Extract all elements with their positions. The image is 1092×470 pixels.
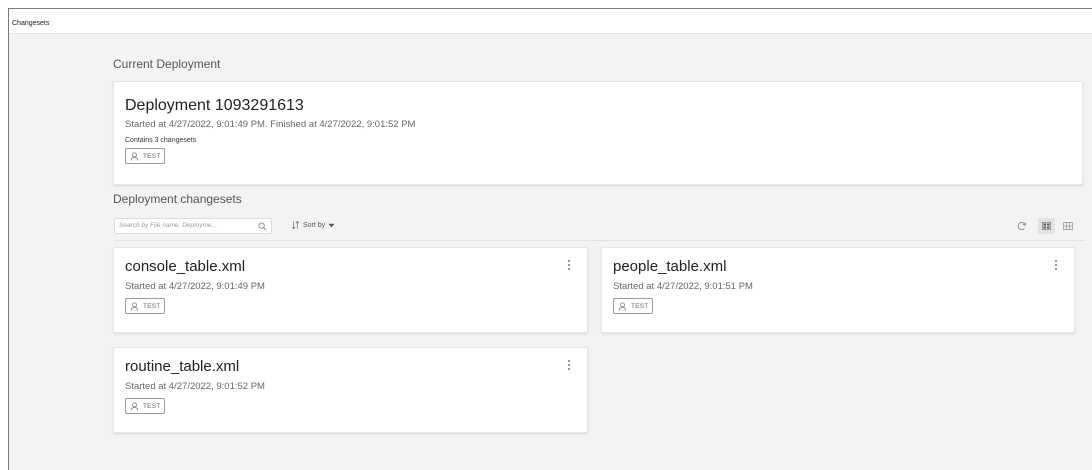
search-input[interactable]: Search by File name, Deployme... [114,218,272,234]
changesets-heading: Deployment changesets [113,192,242,206]
changeset-name: people_table.xml [613,258,727,275]
badge-label: TEST [143,302,161,310]
kebab-menu-icon[interactable] [565,358,573,372]
refresh-icon [1017,222,1027,231]
app-frame: Changesets Current Deployment Deployment… [8,8,1092,470]
user-icon [130,301,139,311]
changeset-started: Started at 4/27/2022, 9:01:52 PM [125,381,265,392]
environment-badge: TEST [125,298,166,314]
current-deployment-heading: Current Deployment [113,57,221,71]
changeset-started: Started at 4/27/2022, 9:01:49 PM [125,281,265,292]
changesets-toolbar: Search by File name, Deployme... Sort by [113,212,1085,241]
changeset-card[interactable]: routine_table.xml Started at 4/27/2022, … [113,347,588,433]
changeset-card[interactable]: people_table.xml Started at 4/27/2022, 9… [601,247,1075,333]
changeset-name: routine_table.xml [125,358,240,375]
grid-view-icon [1042,222,1051,230]
badge-label: TEST [143,152,161,160]
environment-badge: TEST [125,148,166,164]
badge-label: TEST [631,302,649,310]
badge-label: TEST [143,402,161,410]
sort-label: Sort by [303,221,326,229]
refresh-button[interactable] [1016,220,1028,232]
caret-down-icon [328,223,335,227]
search-placeholder: Search by File name, Deployme... [119,222,217,229]
user-icon [130,401,139,411]
changeset-count: Contains 3 changesets [125,137,197,144]
current-deployment-card: Deployment 1093291613 Started at 4/27/20… [113,81,1083,185]
app-title: Changesets [12,20,50,27]
list-view-button[interactable] [1062,220,1074,232]
list-view-icon [1063,222,1073,230]
changeset-started: Started at 4/27/2022, 9:01:51 PM [613,281,753,292]
grid-view-button[interactable] [1038,218,1055,234]
search-icon[interactable] [258,222,267,231]
changeset-name: console_table.xml [125,258,246,275]
sort-button[interactable]: Sort by [291,220,335,230]
environment-badge: TEST [613,298,654,314]
user-icon [618,301,627,311]
changeset-card[interactable]: console_table.xml Started at 4/27/2022, … [113,247,588,333]
environment-badge: TEST [125,398,166,414]
user-icon [130,151,139,161]
kebab-menu-icon[interactable] [565,258,573,272]
deployment-timing: Started at 4/27/2022, 9:01:49 PM. Finish… [125,119,416,130]
kebab-menu-icon[interactable] [1052,258,1060,272]
deployment-title: Deployment 1093291613 [125,97,304,114]
sort-icon [292,220,299,230]
top-bar: Changesets [9,9,1092,34]
